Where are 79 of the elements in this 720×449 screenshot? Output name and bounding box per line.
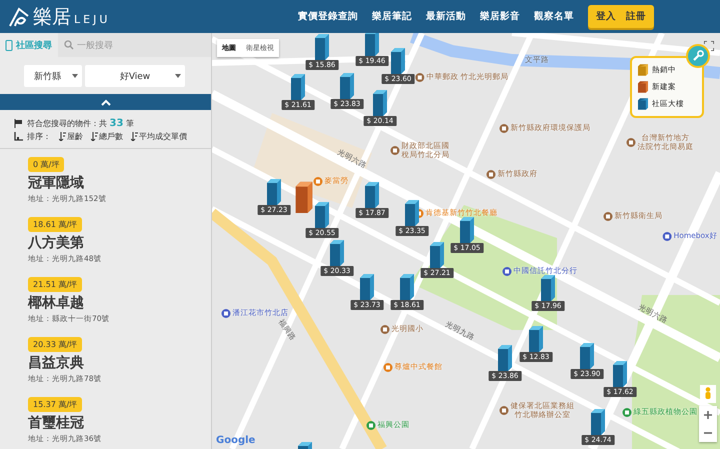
listing-title[interactable]: 首璽桂冠 [28, 414, 84, 432]
result-count-text: 符合您搜尋的物件：共 33 筆 [27, 118, 134, 129]
listing-title[interactable]: 椰林卓越 [28, 294, 84, 312]
listing-title[interactable]: 昌益京典 [28, 354, 84, 372]
building-icon[interactable] [267, 179, 281, 205]
place-icon [222, 309, 230, 318]
building-icon[interactable] [315, 202, 329, 228]
map-view[interactable] [212, 33, 720, 449]
place-icon [502, 267, 512, 276]
zoom-in-button[interactable] [699, 406, 717, 424]
search-icon [64, 40, 74, 50]
building-icon[interactable] [541, 275, 555, 301]
sort-option[interactable]: 總戶數 [91, 131, 123, 142]
place-icon [500, 406, 508, 416]
price-badge: 0 萬/坪 [28, 157, 64, 172]
filter-dropdown[interactable]: 好View [85, 65, 185, 87]
sort-option[interactable]: 屋齡 [59, 131, 83, 142]
building-icon[interactable] [360, 274, 374, 300]
listing-title[interactable]: 冠軍隱域 [28, 174, 84, 192]
place-icon [500, 124, 508, 133]
price-badge: 15.37 萬/坪 [28, 397, 82, 412]
nav-link[interactable]: 實價登錄查詢 [298, 10, 358, 23]
logo-icon [8, 6, 30, 28]
price-badge: 21.51 萬/坪 [28, 277, 82, 292]
sort-arrow-icon [59, 132, 66, 141]
place-icon [366, 421, 376, 430]
building-icon[interactable] [291, 74, 305, 100]
listing-title[interactable]: 八方美第 [28, 234, 84, 252]
price-badge: 20.33 萬/坪 [28, 337, 82, 352]
map-attribution: Google [216, 435, 256, 446]
flag-icon [14, 119, 23, 128]
nav-link[interactable]: 觀察名單 [534, 10, 574, 23]
sort-label: 排序： [27, 131, 51, 142]
building-icon[interactable] [591, 409, 605, 435]
sort-option[interactable]: 平均成交單價 [131, 131, 187, 142]
building-icon[interactable] [315, 34, 329, 60]
building-icon[interactable] [373, 90, 387, 116]
minus-icon [704, 429, 712, 437]
auth-link[interactable]: 登入 [596, 10, 616, 23]
building-icon[interactable] [613, 361, 627, 387]
place-icon [604, 212, 612, 221]
filter-dropdown[interactable]: 新竹縣 [24, 65, 82, 87]
plus-icon [704, 411, 712, 419]
place-icon [415, 73, 424, 82]
building-icon[interactable] [529, 326, 543, 352]
place-icon [622, 408, 632, 417]
building-icon[interactable] [460, 217, 474, 243]
place-icon [662, 232, 672, 241]
price-badge: 18.61 萬/坪 [28, 217, 82, 232]
sort-arrow-icon [131, 132, 138, 141]
place-icon [380, 325, 390, 334]
building-icon[interactable] [405, 200, 419, 226]
auth-link[interactable]: 註冊 [626, 10, 646, 23]
nav-link[interactable]: 樂居筆記 [372, 10, 412, 23]
building-icon[interactable] [296, 182, 312, 213]
nav-link[interactable]: 樂居影音 [480, 10, 520, 23]
building-icon[interactable] [365, 33, 379, 56]
building-icon[interactable] [430, 242, 444, 268]
sort-icon [14, 132, 23, 141]
building-icon[interactable] [340, 73, 354, 99]
place-icon [626, 138, 636, 148]
chevron-up-icon [100, 98, 110, 106]
fullscreen-icon[interactable] [704, 41, 714, 51]
logo-subtext: LEJU [74, 13, 110, 26]
building-icon[interactable] [365, 182, 379, 208]
place-icon [390, 146, 400, 156]
place-icon [384, 363, 392, 372]
building-icon[interactable] [400, 274, 414, 300]
building-icon[interactable] [391, 48, 405, 74]
nav-link[interactable]: 最新活動 [426, 10, 466, 23]
building-icon[interactable] [580, 343, 594, 369]
phone-icon [5, 40, 13, 50]
sort-arrow-icon [91, 132, 98, 141]
logo-text: 樂居 [33, 4, 71, 30]
place-icon [314, 177, 322, 186]
building-icon[interactable] [498, 345, 512, 371]
place-icon [486, 170, 496, 179]
zoom-out-button[interactable] [699, 424, 717, 442]
building-icon[interactable] [330, 240, 344, 266]
